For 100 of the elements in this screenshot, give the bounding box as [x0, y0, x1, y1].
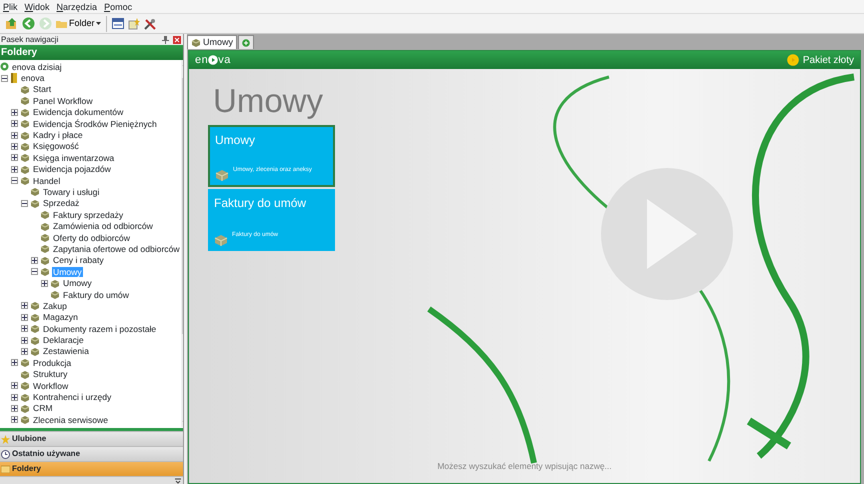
tree-item[interactable]: Ewidencja pojazdów — [32, 164, 112, 174]
tree-item[interactable]: Zapytania ofertowe od odbiorców — [52, 244, 181, 254]
tools-icon — [144, 18, 156, 30]
package-icon — [40, 233, 50, 242]
plus-icon — [12, 417, 17, 422]
expand-toggle[interactable] — [11, 120, 18, 128]
expand-toggle[interactable] — [11, 154, 18, 162]
tree-item[interactable]: Zamówienia od odbiorców — [52, 221, 154, 232]
clock-icon — [1, 450, 10, 458]
tree-item[interactable]: Księga inwentarzowa — [32, 152, 116, 163]
expand-toggle[interactable] — [11, 359, 18, 366]
folder-dropdown[interactable]: Folder — [54, 14, 103, 32]
tree-item[interactable]: Handel — [32, 176, 62, 186]
package-icon — [30, 324, 40, 334]
package-icon — [50, 290, 60, 299]
section-header: Foldery — [0, 45, 183, 60]
package-icon — [20, 108, 30, 117]
expand-toggle[interactable] — [11, 142, 18, 150]
tree-item[interactable]: Zestawienia — [42, 346, 90, 356]
tree-item[interactable]: Zakup — [42, 300, 68, 311]
menu-item[interactable]: Widok — [24, 0, 50, 13]
new-tab-button[interactable] — [238, 35, 254, 49]
minus-icon — [2, 76, 7, 81]
tree-item[interactable]: enova — [20, 73, 46, 84]
package-icon — [20, 96, 30, 106]
package-icon — [40, 256, 50, 265]
package-icon — [30, 198, 40, 208]
menu-item[interactable]: Pomoc — [104, 0, 132, 13]
expand-toggle[interactable] — [11, 416, 18, 424]
tree-item[interactable]: enova dzisiaj — [11, 62, 63, 72]
expand-toggle[interactable] — [11, 166, 18, 173]
collapse-toggle[interactable] — [31, 268, 38, 276]
collapse-toggle[interactable] — [21, 200, 28, 207]
expand-toggle[interactable] — [11, 394, 18, 401]
tree-item[interactable]: Ewidencja dokumentów — [32, 107, 124, 118]
package-icon — [50, 278, 60, 288]
back-button[interactable] — [20, 14, 37, 32]
tree-item[interactable]: Sprzedaż — [42, 198, 80, 208]
tree-item[interactable]: Kontrahenci i urzędy — [32, 392, 112, 402]
expand-toggle[interactable] — [21, 325, 28, 332]
tree-item[interactable]: Start — [32, 84, 52, 94]
logo-text: va — [218, 52, 231, 68]
expand-toggle[interactable] — [21, 336, 28, 344]
expand-toggle[interactable] — [31, 256, 38, 264]
expand-toggle[interactable] — [11, 382, 18, 390]
tree-item[interactable]: Towary i usługi — [42, 186, 100, 197]
package-icon — [40, 244, 50, 254]
tree-item[interactable]: CRM — [32, 403, 54, 414]
tree-item[interactable]: Umowy — [62, 278, 93, 288]
tree-item[interactable]: Dokumenty razem i pozostałe — [42, 324, 158, 334]
expand-toggle[interactable] — [21, 314, 28, 321]
collapse-toggle[interactable] — [11, 177, 18, 184]
tree-item[interactable]: Panel Workflow — [32, 96, 94, 106]
tree-item[interactable]: Kadry i płace — [32, 130, 84, 140]
tree-item[interactable]: Oferty do odbiorców — [52, 232, 131, 243]
expand-toggle[interactable] — [21, 302, 28, 310]
collapse-toggle[interactable] — [1, 74, 8, 82]
pane-button[interactable]: Ostatnio używane — [0, 446, 183, 461]
expand-toggle[interactable] — [11, 108, 18, 116]
tree-item[interactable]: Zlecenia serwisowe — [32, 414, 109, 425]
package-icon — [40, 210, 50, 220]
tree-item[interactable]: Faktury sprzedaży — [52, 210, 124, 220]
tree-item[interactable]: Magazyn — [42, 312, 79, 322]
star-icon — [1, 434, 10, 444]
plus-icon — [12, 155, 17, 160]
tree-item[interactable]: Ceny i rabaty — [52, 255, 105, 266]
plus-icon — [22, 303, 27, 308]
tree-item[interactable]: Deklaracje — [42, 335, 85, 346]
configure-button[interactable] — [173, 477, 183, 484]
tab[interactable]: Umowy — [187, 35, 238, 49]
tree-item[interactable]: Workflow — [32, 380, 70, 391]
tree-item[interactable]: Faktury do umów — [62, 290, 130, 300]
plus-icon — [12, 110, 17, 115]
tree-item[interactable]: Księgowość — [32, 141, 80, 152]
menu-item[interactable]: Narzędzia — [56, 0, 98, 13]
tree-item[interactable]: Struktury — [32, 369, 68, 380]
package-icon — [30, 346, 40, 356]
package-icon — [20, 119, 30, 128]
plus-icon — [22, 314, 27, 320]
play-icon — [208, 55, 218, 65]
menu-item[interactable]: Plik — [3, 0, 18, 13]
expand-toggle[interactable] — [21, 348, 28, 355]
package-icon — [20, 358, 30, 368]
expand-toggle[interactable] — [41, 280, 48, 287]
close-button[interactable] — [171, 34, 183, 44]
minus-icon — [12, 178, 17, 184]
folder-icon — [1, 465, 10, 473]
plus-icon — [22, 326, 27, 332]
tile-title: Faktury do umów — [214, 195, 308, 212]
tree-item[interactable]: Produkcja — [32, 358, 72, 368]
tree-item[interactable]: Ewidencja Środków Pieniężnych — [32, 118, 158, 129]
plus-icon — [12, 394, 17, 400]
package-icon — [20, 392, 30, 402]
plus-icon — [12, 132, 17, 138]
expand-toggle[interactable] — [11, 404, 18, 412]
pane-button[interactable]: Ulubione — [0, 431, 183, 446]
pane-button[interactable]: Foldery — [0, 461, 183, 476]
pin-button[interactable] — [160, 34, 171, 44]
panel-title: Pasek nawigacji — [1, 34, 60, 45]
expand-toggle[interactable] — [11, 132, 18, 139]
